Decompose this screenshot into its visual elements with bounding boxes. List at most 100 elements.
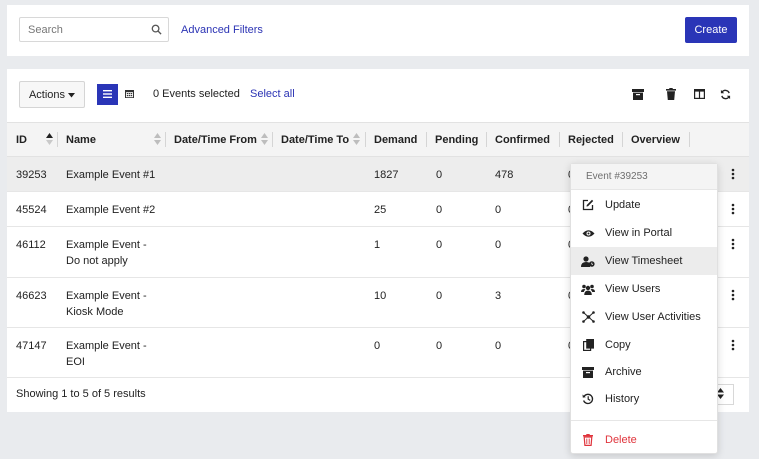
cell-pending: 0 xyxy=(436,204,443,216)
menu-item-delete[interactable]: Delete xyxy=(571,426,717,454)
column-header-confirmed[interactable]: Confirmed xyxy=(495,123,550,156)
list-icon xyxy=(103,89,112,101)
row-menu-icon[interactable] xyxy=(731,203,735,215)
column-header-name[interactable]: Name xyxy=(66,123,96,156)
column-header-overview[interactable]: Overview xyxy=(631,123,680,156)
menu-item-label: Delete xyxy=(605,434,637,446)
calendar-icon xyxy=(125,89,134,101)
cell-name: Example Event #1 xyxy=(66,169,156,181)
menu-item-label: Update xyxy=(605,199,641,211)
menu-item-view-users[interactable]: View Users xyxy=(571,275,717,303)
cell-id: 46623 xyxy=(16,290,47,302)
column-header-pending[interactable]: Pending xyxy=(435,123,478,156)
column-divider xyxy=(165,132,166,147)
cell-name: Example Event - EOI xyxy=(66,340,147,368)
top-toolbar: Advanced Filters Create xyxy=(7,5,749,56)
copy-icon xyxy=(571,339,605,351)
cell-confirmed: 3 xyxy=(495,290,502,302)
select-arrows-icon xyxy=(717,387,724,402)
cell-name: Example Event - Do not apply xyxy=(66,239,147,267)
users-icon xyxy=(571,284,605,295)
cell-confirmed: 0 xyxy=(495,239,502,251)
menu-divider xyxy=(571,420,717,421)
column-header-date-from[interactable]: Date/Time From xyxy=(174,123,257,156)
menu-item-label: View User Activities xyxy=(605,311,701,323)
actions-label: Actions xyxy=(28,88,66,101)
menu-item-update[interactable]: Update xyxy=(571,191,717,219)
row-menu-icon[interactable] xyxy=(731,289,735,301)
cell-demand: 1 xyxy=(374,239,381,251)
caret-down-icon xyxy=(68,89,76,101)
sort-icon[interactable] xyxy=(154,133,161,148)
row-menu-icon[interactable] xyxy=(731,168,735,180)
menu-item-label: Copy xyxy=(605,339,631,351)
search-icon[interactable] xyxy=(151,24,162,38)
cell-pending: 0 xyxy=(436,290,443,302)
actions-dropdown[interactable]: Actions xyxy=(19,81,85,108)
row-menu-icon[interactable] xyxy=(731,339,735,351)
columns-icon[interactable] xyxy=(691,86,707,102)
column-divider xyxy=(559,132,560,147)
column-divider xyxy=(486,132,487,147)
list-view-button[interactable] xyxy=(97,84,118,105)
column-divider xyxy=(365,132,366,147)
menu-item-label: History xyxy=(605,393,640,405)
search-box xyxy=(19,17,169,42)
table-header: ID Name Date/Time From Date/Time To Dema… xyxy=(7,122,749,157)
calendar-view-button[interactable] xyxy=(119,84,140,105)
column-divider xyxy=(689,132,690,147)
cell-demand: 10 xyxy=(374,290,387,302)
sort-icon[interactable] xyxy=(353,133,360,148)
search-input[interactable] xyxy=(20,18,140,41)
archive-icon xyxy=(571,366,605,378)
column-header-id[interactable]: ID xyxy=(16,123,27,156)
trash-icon[interactable] xyxy=(663,86,679,102)
menu-item-view-timesheet[interactable]: View Timesheet xyxy=(571,247,717,275)
menu-item-label: View in Portal xyxy=(605,227,673,239)
column-divider xyxy=(272,132,273,147)
column-header-demand[interactable]: Demand xyxy=(374,123,417,156)
cell-name: Example Event - Kiosk Mode xyxy=(66,290,147,318)
column-divider xyxy=(622,132,623,147)
menu-item-view-in-portal[interactable]: View in Portal xyxy=(571,219,717,247)
cell-pending: 0 xyxy=(436,340,443,352)
column-header-date-to[interactable]: Date/Time To xyxy=(281,123,349,156)
menu-item-label: View Users xyxy=(605,283,661,295)
menu-item-archive[interactable]: Archive xyxy=(571,358,717,386)
cell-confirmed: 0 xyxy=(495,204,502,216)
selection-count: 0 Events selected xyxy=(153,88,240,100)
refresh-icon[interactable] xyxy=(717,86,733,102)
cell-demand: 0 xyxy=(374,340,381,352)
advanced-filters-link[interactable]: Advanced Filters xyxy=(181,24,263,36)
cell-id: 47147 xyxy=(16,340,47,352)
cell-confirmed: 478 xyxy=(495,169,514,181)
results-summary: Showing 1 to 5 of 5 results xyxy=(16,388,146,400)
column-header-rejected[interactable]: Rejected xyxy=(568,123,614,156)
cell-id: 39253 xyxy=(16,169,47,181)
history-icon xyxy=(571,393,605,405)
create-button[interactable]: Create xyxy=(685,17,737,43)
cell-demand: 1827 xyxy=(374,169,399,181)
archive-icon[interactable] xyxy=(630,86,646,102)
menu-item-copy[interactable]: Copy xyxy=(571,331,717,359)
cell-pending: 0 xyxy=(436,239,443,251)
column-divider xyxy=(57,132,58,147)
menu-item-history[interactable]: History xyxy=(571,385,717,413)
cell-demand: 25 xyxy=(374,204,387,216)
row-menu-icon[interactable] xyxy=(731,238,735,250)
cell-name: Example Event #2 xyxy=(66,204,156,216)
menu-item-label: Archive xyxy=(605,366,642,378)
cell-confirmed: 0 xyxy=(495,340,502,352)
select-all-link[interactable]: Select all xyxy=(250,88,295,100)
sort-icon[interactable] xyxy=(261,133,268,148)
cell-id: 45524 xyxy=(16,204,47,216)
column-divider xyxy=(426,132,427,147)
cell-pending: 0 xyxy=(436,169,443,181)
trash-icon xyxy=(571,434,605,446)
sort-asc-icon[interactable] xyxy=(46,133,53,148)
cell-id: 46112 xyxy=(16,239,46,251)
user-clock-icon xyxy=(571,255,605,267)
context-menu-title: Event #39253 xyxy=(571,164,717,190)
activity-network-icon xyxy=(571,311,605,323)
menu-item-view-user-activities[interactable]: View User Activities xyxy=(571,303,717,331)
